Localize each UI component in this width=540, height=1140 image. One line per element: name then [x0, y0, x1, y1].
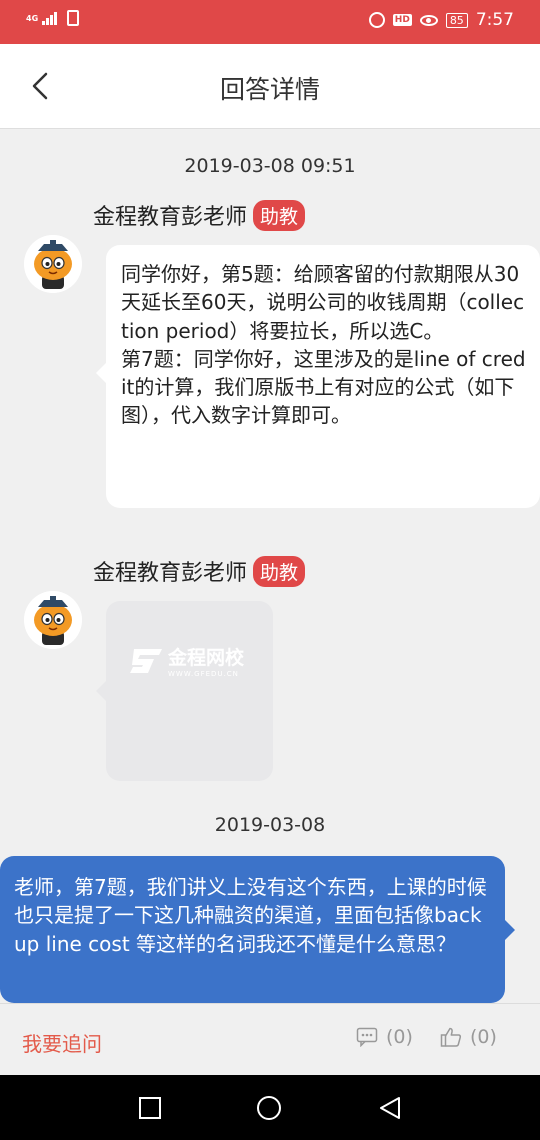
system-nav-bar — [0, 1075, 540, 1140]
role-badge: 助教 — [253, 555, 306, 587]
image-brand-text: 金程网校 — [168, 647, 245, 669]
vibrate-icon — [67, 10, 80, 26]
message-text: 同学你好，第5题：给顾客留的付款期限从30天延长至60天，说明公司的收钱周期（c… — [121, 262, 526, 428]
message-timestamp: 2019-03-08 — [214, 814, 326, 836]
status-left: 4G — [26, 10, 80, 26]
role-badge: 助教 — [253, 199, 306, 231]
image-message[interactable]: 金程网校 WWW.GFEDU.CN — [96, 601, 273, 781]
teacher-avatar[interactable] — [24, 235, 82, 293]
message-text: 老师，第7题，我们讲义上没有这个东西，上课的时候也只是提了一下这几种融资的渠道，… — [14, 875, 487, 956]
teacher-avatar[interactable] — [24, 591, 82, 649]
follow-up-button[interactable]: 我要追问 — [22, 1028, 102, 1057]
battery-icon: 85 — [445, 12, 468, 28]
network-type: 4G — [26, 13, 39, 23]
message-sender: 金程教育彭老师 助教 — [93, 199, 306, 231]
comment-count: (0) — [386, 1026, 413, 1048]
nav-bar: 回答详情 — [0, 44, 540, 129]
like-button[interactable]: (0) — [440, 1026, 497, 1048]
message-sender: 金程教育彭老师 助教 — [93, 555, 306, 587]
signal-icon — [42, 11, 58, 25]
like-count: (0) — [470, 1026, 497, 1048]
sender-name: 金程教育彭老师 — [93, 561, 248, 586]
message-timestamp: 2019-03-08 09:51 — [184, 155, 356, 177]
message-bubble[interactable]: 同学你好，第5题：给顾客留的付款期限从30天延长至60天，说明公司的收钱周期（c… — [96, 245, 540, 508]
page-title: 回答详情 — [219, 75, 320, 104]
eye-comfort-icon — [419, 14, 438, 26]
user-message-bubble[interactable]: 老师，第7题，我们讲义上没有这个东西，上课的时候也只是提了一下这几种融资的渠道，… — [0, 856, 515, 1003]
back-nav-icon[interactable] — [377, 1095, 403, 1121]
status-right: HD 85 7:57 — [368, 10, 514, 30]
thumbs-up-icon — [440, 1027, 462, 1047]
comment-button[interactable]: (0) — [356, 1026, 413, 1048]
comment-icon — [356, 1027, 378, 1047]
status-bar: 4G HD 85 7:57 — [0, 0, 540, 44]
chat-thread[interactable]: 2019-03-08 09:51 金程教育彭老师 助教 同学你好，第5题：给顾客… — [0, 129, 540, 1003]
home-icon[interactable] — [256, 1095, 282, 1121]
hd-icon: HD — [392, 14, 412, 26]
recent-apps-icon[interactable] — [137, 1095, 163, 1121]
bottom-action-bar: 我要追问 (0) (0) — [0, 1003, 540, 1075]
brand-logo-icon — [130, 648, 162, 673]
clock: 7:57 — [475, 10, 514, 30]
image-placeholder: 金程网校 WWW.GFEDU.CN — [128, 643, 244, 678]
image-url-text: WWW.GFEDU.CN — [168, 670, 239, 678]
sender-name: 金程教育彭老师 — [93, 205, 248, 230]
alarm-icon — [368, 12, 385, 28]
